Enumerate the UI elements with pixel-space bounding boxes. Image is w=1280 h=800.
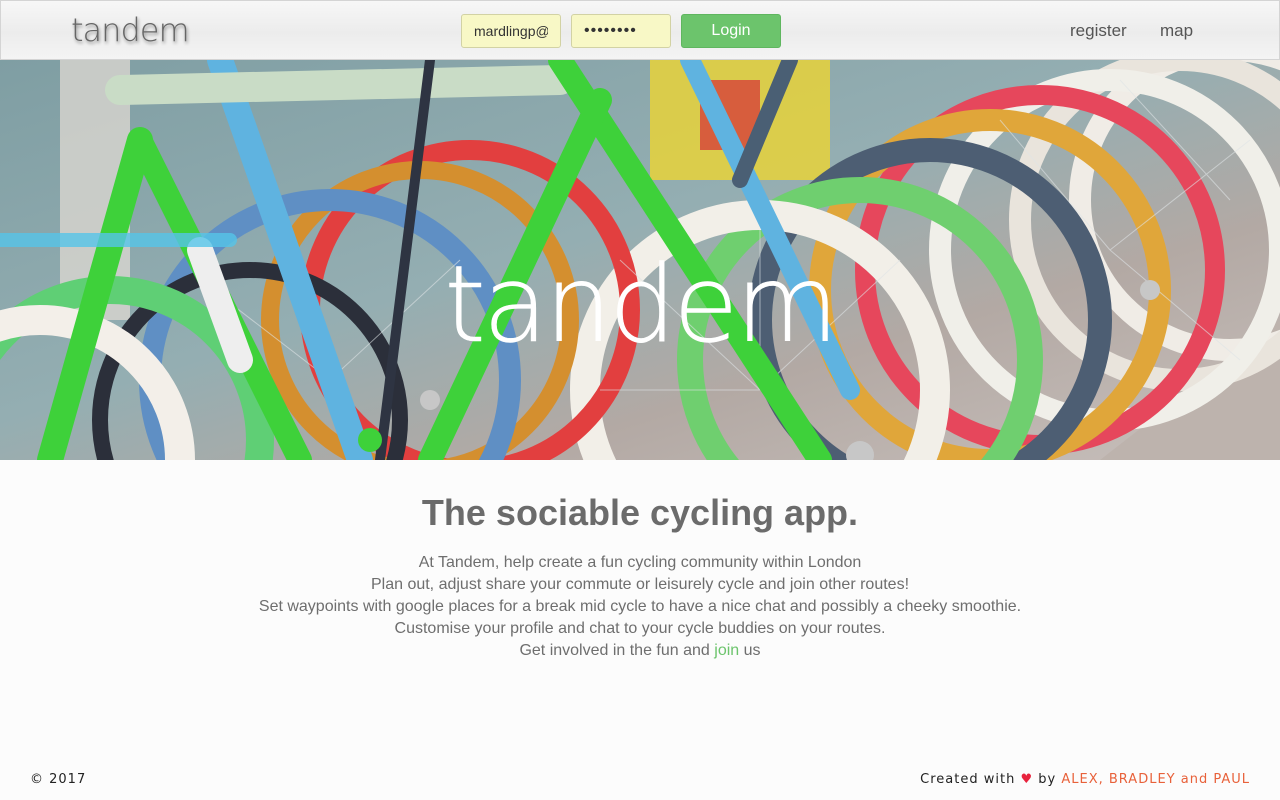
created-with-text: Created with	[920, 772, 1016, 787]
intro-line: Plan out, adjust share your commute or l…	[370, 576, 910, 593]
heart-icon: ♥	[1020, 772, 1034, 787]
login-button[interactable]: Login	[681, 14, 781, 48]
join-link[interactable]: join	[714, 642, 739, 659]
cta-line: Get involved in the fun and join us	[0, 640, 1280, 662]
intro-line: Set waypoints with google places for a b…	[258, 598, 1022, 615]
top-navbar: tandem Login register map	[0, 0, 1280, 60]
page-tagline: The sociable cycling app.	[421, 492, 859, 533]
authors-names: ALEX, BRADLEY and PAUL	[1061, 772, 1250, 787]
nav-link-map[interactable]: map	[1160, 21, 1193, 41]
intro-line: Customise your profile and chat to your …	[394, 620, 886, 637]
intro-text: At Tandem, help create a fun cycling com…	[0, 552, 1280, 662]
by-text: by	[1038, 772, 1057, 787]
hero-title: tandem	[444, 243, 839, 366]
copyright-text: © 2017	[30, 772, 87, 787]
email-input[interactable]	[461, 14, 561, 48]
nav-link-register[interactable]: register	[1070, 21, 1127, 41]
cta-prefix: Get involved in the fun and	[519, 642, 710, 659]
brand-logo[interactable]: tandem	[71, 11, 190, 49]
intro-line: At Tandem, help create a fun cycling com…	[418, 554, 862, 571]
cta-suffix: us	[743, 642, 761, 659]
hero-banner: tandem	[0, 60, 1280, 460]
password-input[interactable]	[571, 14, 671, 48]
credits-text: Created with ♥ by ALEX, BRADLEY and PAUL	[920, 772, 1250, 787]
page-footer: © 2017 Created with ♥ by ALEX, BRADLEY a…	[30, 772, 1250, 792]
